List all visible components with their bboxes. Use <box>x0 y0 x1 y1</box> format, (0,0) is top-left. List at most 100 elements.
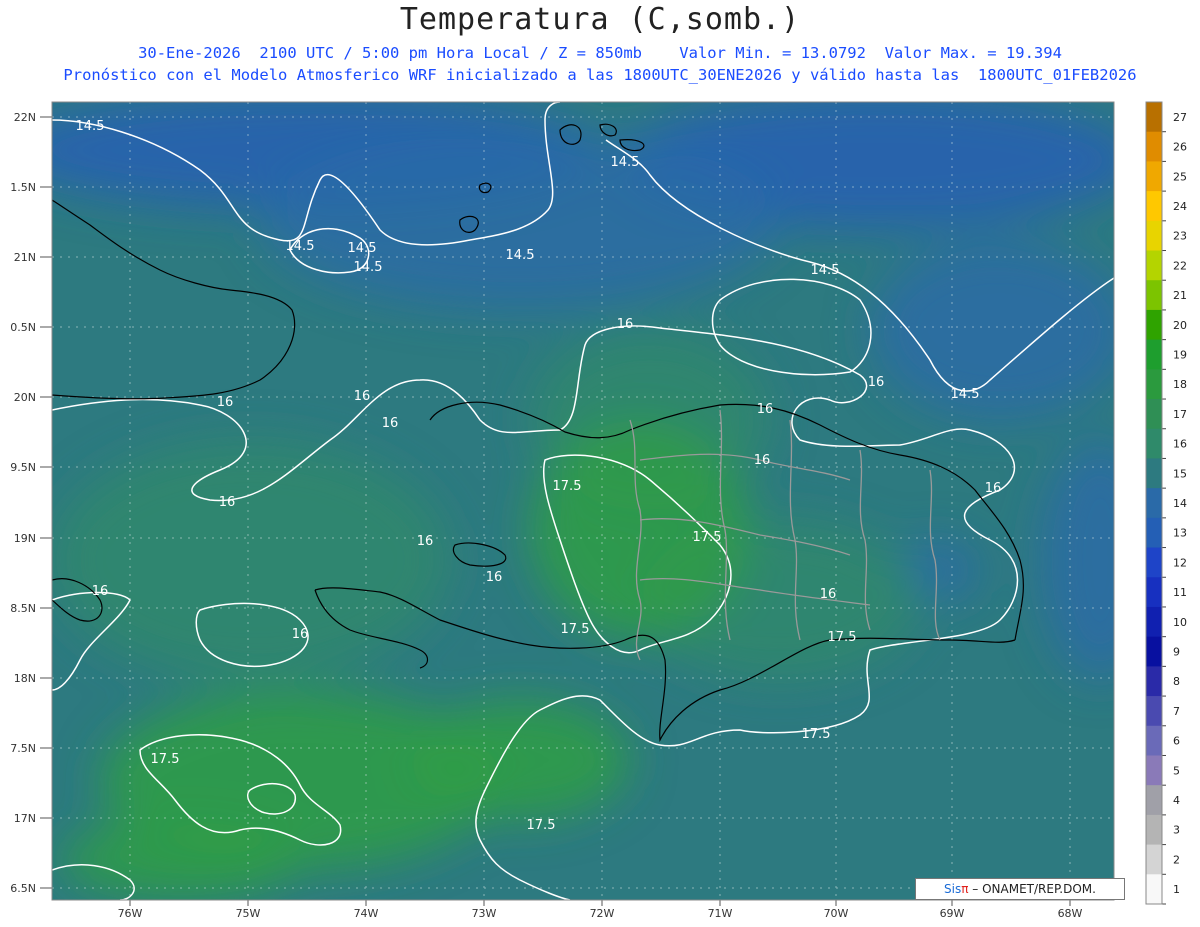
contour-label: 14.5 <box>611 155 640 170</box>
contour-label: 16 <box>417 534 434 549</box>
contour-label: 17.5 <box>693 530 722 545</box>
colorbar-level-label: 18 <box>1173 378 1187 391</box>
colorbar-swatch <box>1146 636 1162 667</box>
latitude-label: 8.5N <box>10 602 36 615</box>
contour-label: 16 <box>868 375 885 390</box>
contour-label: 17.5 <box>553 479 582 494</box>
contour-label: 16 <box>757 402 774 417</box>
colorbar-level-label: 5 <box>1173 764 1180 777</box>
longitude-label: 69W <box>940 907 965 920</box>
colorbar-level-label: 16 <box>1173 438 1187 451</box>
brand-pi: π <box>961 882 969 896</box>
colorbar-swatch <box>1146 577 1162 608</box>
colorbar-swatch <box>1146 280 1162 311</box>
latitude-label: 21N <box>14 251 36 264</box>
contour-label: 16 <box>92 584 109 599</box>
colorbar-swatch <box>1146 785 1162 816</box>
contour-label: 16 <box>354 389 371 404</box>
latitude-label: 6.5N <box>10 882 36 895</box>
longitude-label: 72W <box>590 907 615 920</box>
colorbar-level-label: 10 <box>1173 616 1187 629</box>
colorbar-swatch <box>1146 161 1162 192</box>
contour-label: 16 <box>217 395 234 410</box>
colorbar-level-label: 11 <box>1173 586 1187 599</box>
colorbar-level-label: 21 <box>1173 289 1187 302</box>
colorbar-level-label: 8 <box>1173 675 1180 688</box>
colorbar-swatch <box>1146 309 1162 341</box>
temperature-field <box>52 102 1114 900</box>
colorbar-level-label: 23 <box>1173 230 1187 243</box>
contour-label: 17.5 <box>527 818 556 833</box>
colorbar-swatch <box>1146 102 1162 133</box>
contour-label: 14.5 <box>951 387 980 402</box>
credit-box: Sisπ – ONAMET/REP.DOM. <box>915 878 1125 900</box>
colorbar-level-label: 12 <box>1173 556 1187 569</box>
colorbar-swatch <box>1146 250 1162 281</box>
contour-label: 16 <box>617 317 634 332</box>
colorbar-swatch <box>1146 725 1162 756</box>
longitude-label: 75W <box>236 907 261 920</box>
contour-label: 14.5 <box>354 260 383 275</box>
colorbar-level-label: 13 <box>1173 527 1187 540</box>
colorbar-level-label: 20 <box>1173 319 1187 332</box>
longitude-label: 74W <box>354 907 379 920</box>
colorbar-level-label: 19 <box>1173 348 1187 361</box>
colorbar-swatch <box>1146 191 1162 222</box>
longitude-labels: 76W 75W 74W 73W 72W 71W 70W 69W 68W <box>118 900 1083 920</box>
colorbar-level-label: 4 <box>1173 794 1180 807</box>
contour-label: 17.5 <box>561 622 590 637</box>
contour-label: 16 <box>382 416 399 431</box>
contour-label: 16 <box>820 587 837 602</box>
latitude-label: 22N <box>14 111 36 124</box>
colorbar-level-label: 3 <box>1173 824 1180 837</box>
colorbar-level-label: 6 <box>1173 735 1180 748</box>
latitude-label: 9.5N <box>10 461 36 474</box>
contour-label: 14.5 <box>506 248 535 263</box>
colorbar-swatch <box>1146 874 1162 905</box>
colorbar-swatch <box>1146 428 1162 459</box>
contour-label: 16 <box>985 481 1002 496</box>
colorbar-swatch <box>1146 696 1162 727</box>
contour-label: 16 <box>486 570 503 585</box>
colorbar-swatch <box>1146 547 1162 578</box>
map-subtitle-time: 30-Ene-2026 2100 UTC / 5:00 pm Hora Loca… <box>138 44 1062 62</box>
contour-label: 14.5 <box>76 119 105 134</box>
contour-label: 17.5 <box>802 727 831 742</box>
contour-label: 17.5 <box>828 630 857 645</box>
colorbar-level-label: 25 <box>1173 170 1187 183</box>
colorbar-level-label: 17 <box>1173 408 1187 421</box>
colorbar-swatch <box>1146 517 1162 549</box>
latitude-label: 19N <box>14 532 36 545</box>
colorbar-level-label: 1 <box>1173 883 1180 896</box>
colorbar-swatch <box>1146 606 1162 638</box>
colorbar-level-label: 9 <box>1173 646 1180 659</box>
colorbar-swatch <box>1146 220 1162 252</box>
latitude-label: 17N <box>14 812 36 825</box>
colorbar-level-label: 15 <box>1173 467 1187 480</box>
contour-label: 14.5 <box>348 241 377 256</box>
latitude-label: 7.5N <box>10 742 36 755</box>
colorbar-level-label: 26 <box>1173 141 1187 154</box>
colorbar-swatch <box>1146 844 1162 875</box>
colorbar-level-label: 7 <box>1173 705 1180 718</box>
colorbar-swatch <box>1146 399 1162 430</box>
map-title: Temperatura (C,somb.) <box>399 2 801 37</box>
latitude-label: 0.5N <box>10 321 36 334</box>
brand-text: Sis <box>944 882 962 896</box>
contour-label: 17.5 <box>151 752 180 767</box>
contour-label: 14.5 <box>286 239 315 254</box>
colorbar-swatch <box>1146 666 1162 697</box>
latitude-label: 18N <box>14 672 36 685</box>
longitude-label: 70W <box>824 907 849 920</box>
colorbar-swatch <box>1146 131 1162 162</box>
colorbar-swatch <box>1146 339 1162 370</box>
colorbar-swatch <box>1146 369 1162 400</box>
colorbar-level-label: 24 <box>1173 200 1187 213</box>
colorbar-level-label: 27 <box>1173 111 1187 124</box>
latitude-label: 1.5N <box>10 181 36 194</box>
map-subtitle-model: Pronóstico con el Modelo Atmosferico WRF… <box>63 66 1137 84</box>
longitude-label: 76W <box>118 907 143 920</box>
longitude-label: 68W <box>1058 907 1083 920</box>
longitude-label: 73W <box>472 907 497 920</box>
colorbar-legend: 2726252423222120191817161514131211109876… <box>1145 101 1187 905</box>
